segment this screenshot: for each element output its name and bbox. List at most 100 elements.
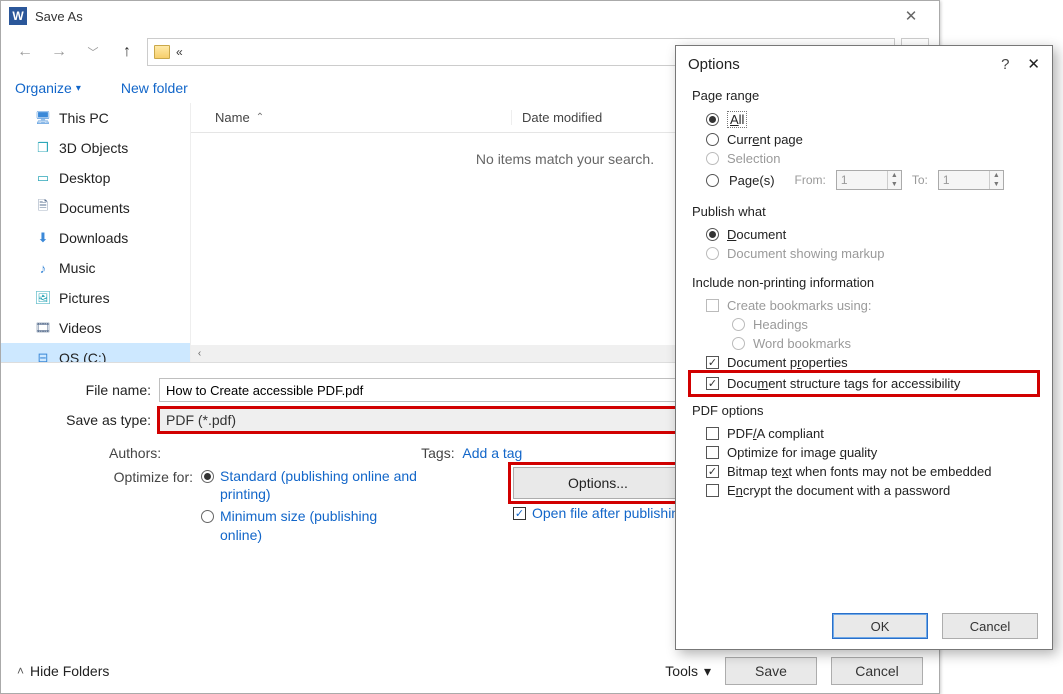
spin-up-icon[interactable]: ▲: [990, 171, 1003, 180]
scroll-left-icon[interactable]: ‹: [191, 345, 208, 362]
sidebar-item-label: Downloads: [59, 230, 128, 246]
organize-menu[interactable]: Organize ▾: [15, 80, 81, 96]
pdfa-label: PDF/A compliant: [727, 426, 824, 441]
sidebar[interactable]: 🖥This PC ❒3D Objects ▭Desktop 🗎Documents…: [1, 103, 191, 362]
sidebar-item-this-pc[interactable]: 🖥This PC: [1, 103, 190, 133]
download-icon: ⬇: [35, 230, 51, 246]
range-all-radio[interactable]: All: [692, 109, 1036, 130]
new-folder-button[interactable]: New folder: [121, 80, 188, 96]
optimize-minimum-radio[interactable]: Minimum size (publishing online): [201, 507, 420, 543]
options-title: Options: [688, 56, 740, 73]
forward-button[interactable]: →: [45, 38, 73, 66]
checkbox-icon: [706, 465, 719, 478]
range-current-radio[interactable]: Current page: [692, 130, 1036, 149]
pc-icon: 🖥: [35, 110, 51, 126]
to-label: To:: [912, 173, 928, 187]
encrypt-label: Encrypt the document with a password: [727, 483, 950, 498]
sidebar-item-label: Videos: [59, 320, 102, 336]
column-date-modified[interactable]: Date modified: [511, 110, 651, 125]
sidebar-item-desktop[interactable]: ▭Desktop: [1, 163, 190, 193]
encrypt-check[interactable]: Encrypt the document with a password: [692, 481, 1036, 500]
add-tag-link[interactable]: Add a tag: [462, 445, 522, 461]
from-input[interactable]: [837, 173, 887, 187]
sidebar-item-videos[interactable]: 🎞 Videos: [1, 313, 190, 343]
window-title: Save As: [35, 9, 83, 24]
optimize-standard-radio[interactable]: Standard (publishing online and printing…: [201, 467, 420, 503]
bookmarks-word-label: Word bookmarks: [753, 336, 851, 351]
optimize-minimum-label: Minimum size (publishing online): [220, 507, 420, 543]
sidebar-item-label: OS (C:): [59, 350, 106, 362]
sidebar-item-pictures[interactable]: 🖼Pictures: [1, 283, 190, 313]
range-pages-radio[interactable]: Page(s) From: ▲▼ To: ▲▼: [692, 168, 1036, 192]
bitmap-text-label: Bitmap text when fonts may not be embedd…: [727, 464, 992, 479]
close-icon[interactable]: ✕: [1027, 55, 1040, 73]
spin-down-icon[interactable]: ▼: [990, 180, 1003, 189]
bookmarks-word-radio: Word bookmarks: [692, 334, 1036, 353]
checkbox-icon: [513, 507, 526, 520]
publish-document-radio[interactable]: Document: [692, 225, 1036, 244]
publish-document-label: Document: [727, 227, 786, 242]
radio-icon: [706, 133, 719, 146]
column-name[interactable]: Name ⌃: [191, 110, 511, 125]
doc-properties-label: Document properties: [727, 355, 848, 370]
doc-structure-tags-check[interactable]: Document structure tags for accessibilit…: [692, 374, 1036, 393]
save-button[interactable]: Save: [725, 657, 817, 685]
ok-button-label: OK: [871, 619, 890, 634]
sidebar-item-label: Desktop: [59, 170, 110, 186]
spin-down-icon[interactable]: ▼: [888, 180, 901, 189]
page-range-section: Page range: [692, 88, 1036, 103]
options-button[interactable]: Options...: [513, 467, 683, 499]
optimize-image-label: Optimize for image quality: [727, 445, 877, 460]
options-cancel-button[interactable]: Cancel: [942, 613, 1038, 639]
chevron-down-icon: ▾: [704, 663, 711, 680]
create-bookmarks-check: Create bookmarks using:: [692, 296, 1036, 315]
chevron-down-icon: ▾: [76, 83, 81, 94]
options-button-label: Options...: [568, 475, 628, 491]
sidebar-item-3d-objects[interactable]: ❒3D Objects: [1, 133, 190, 163]
sidebar-item-label: 3D Objects: [59, 140, 128, 156]
sidebar-item-documents[interactable]: 🗎Documents: [1, 193, 190, 223]
up-button[interactable]: ↑: [113, 38, 141, 66]
open-after-checkbox[interactable]: Open file after publishing: [513, 505, 687, 521]
save-button-label: Save: [755, 663, 787, 679]
tools-menu[interactable]: Tools ▾: [665, 663, 711, 680]
filename-label: File name:: [49, 382, 151, 398]
close-icon[interactable]: ✕: [891, 2, 931, 30]
to-spinner[interactable]: ▲▼: [938, 170, 1004, 190]
help-icon[interactable]: ?: [1001, 56, 1009, 73]
doc-properties-check[interactable]: Document properties: [692, 353, 1036, 372]
ok-button[interactable]: OK: [832, 613, 928, 639]
sidebar-item-downloads[interactable]: ⬇ Downloads: [1, 223, 190, 253]
optimize-radio-group: Standard (publishing online and printing…: [201, 467, 420, 544]
radio-icon: [732, 337, 745, 350]
documents-icon: 🗎: [35, 200, 51, 216]
from-spinner[interactable]: ▲▼: [836, 170, 902, 190]
bitmap-text-check[interactable]: Bitmap text when fonts may not be embedd…: [692, 462, 1036, 481]
optimize-label: Optimize for:: [83, 467, 193, 485]
bookmarks-headings-radio: Headings: [692, 315, 1036, 334]
radio-icon: [201, 510, 214, 523]
address-path: «: [176, 45, 183, 59]
sidebar-item-music[interactable]: ♪Music: [1, 253, 190, 283]
sort-indicator-icon: ⌃: [256, 112, 264, 123]
pdfa-check[interactable]: PDF/A compliant: [692, 424, 1036, 443]
range-pages-label: Page(s): [729, 173, 775, 188]
organize-label: Organize: [15, 80, 72, 96]
radio-icon: [706, 247, 719, 260]
options-title-bar: Options ? ✕: [676, 46, 1052, 82]
checkbox-icon: [706, 446, 719, 459]
cancel-button[interactable]: Cancel: [831, 657, 923, 685]
spin-up-icon[interactable]: ▲: [888, 171, 901, 180]
back-button[interactable]: ←: [11, 38, 39, 66]
hide-folders-toggle[interactable]: ˄ Hide Folders: [17, 663, 109, 679]
radio-icon: [706, 174, 719, 187]
sidebar-item-os-c[interactable]: ⊟OS (C:): [1, 343, 190, 362]
videos-icon: 🎞: [35, 320, 51, 336]
folder-icon: [154, 45, 170, 59]
authors-label: Authors:: [109, 445, 161, 461]
recent-locations-button[interactable]: ﹀: [79, 38, 107, 66]
include-np-section: Include non-printing information: [692, 275, 1036, 290]
sidebar-item-label: Music: [59, 260, 96, 276]
optimize-image-check[interactable]: Optimize for image quality: [692, 443, 1036, 462]
to-input[interactable]: [939, 173, 989, 187]
